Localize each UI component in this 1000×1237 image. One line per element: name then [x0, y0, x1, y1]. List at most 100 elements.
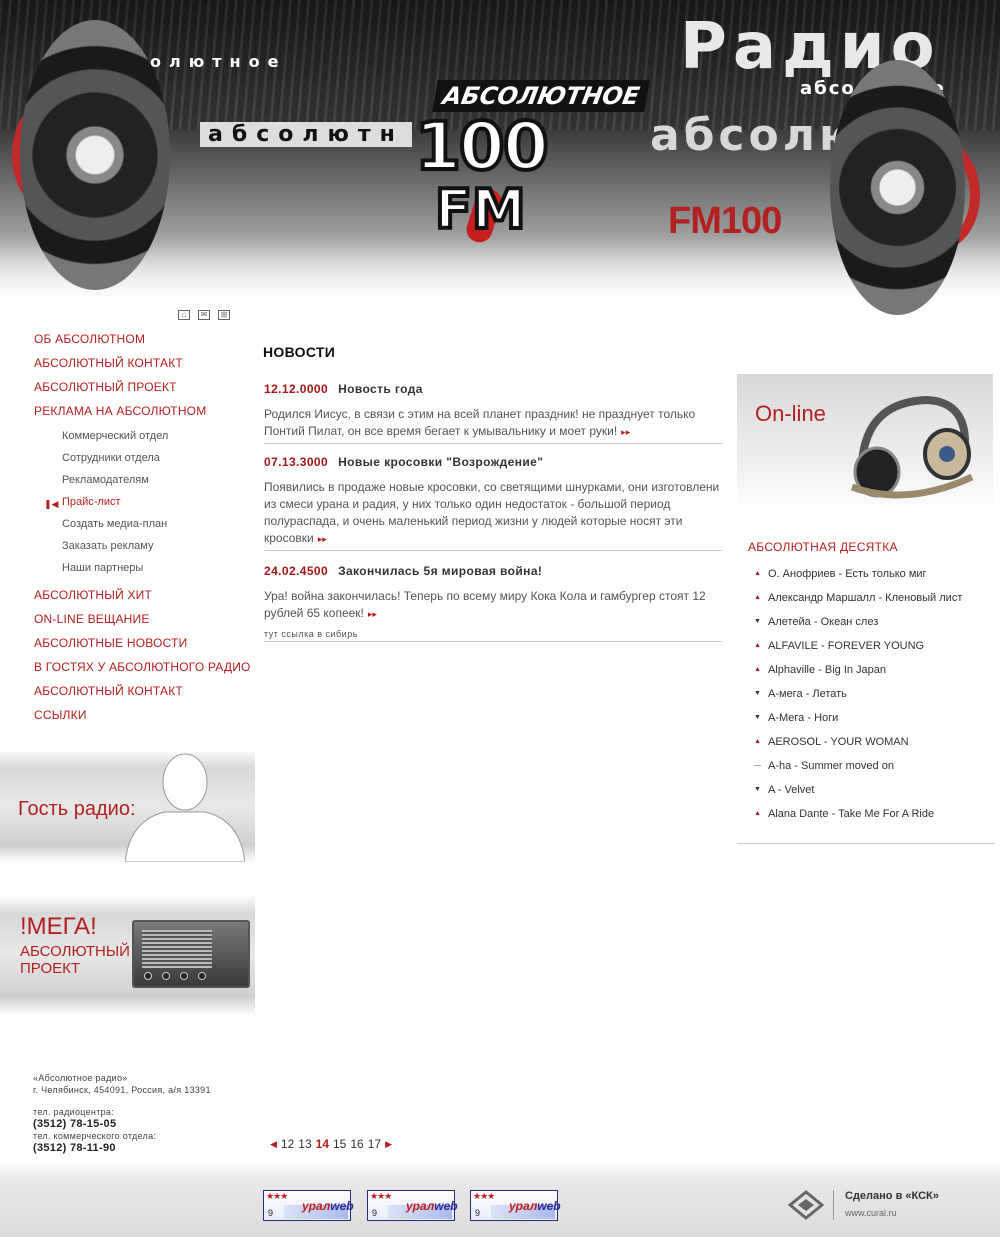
trend-same-icon: — [754, 762, 761, 769]
top10-item[interactable]: ▲ Alphaville - Big In Japan [754, 663, 994, 687]
page-link[interactable]: 13 [298, 1137, 311, 1151]
news-title[interactable]: Новость года [338, 382, 423, 396]
news-title[interactable]: Закончилась 5я мировая война! [338, 564, 542, 578]
nav-item-contact[interactable]: АБСОЛЮТНЫЙ КОНТАКТ [34, 355, 254, 379]
top10-item[interactable]: ▼ А-мега - Летать [754, 687, 994, 711]
news-item: 07.13.3000 Новые кросовки "Возрождение" П… [264, 455, 722, 551]
current-page: 14 [315, 1137, 329, 1151]
top10-list: ▲ О. Анофриев - Есть только миг ▲ Александр… [754, 567, 994, 831]
read-more-icon[interactable]: ▸▸ [318, 534, 327, 544]
nav-sub-mediaplan[interactable]: Создать медиа-план [34, 517, 254, 539]
nav-sub-staff[interactable]: Сотрудники отдела [34, 451, 254, 473]
mega-project-banner[interactable]: !МЕГА! АБСОЛЮТНЫЙ ПРОЕКТ [0, 895, 255, 1015]
trend-down-icon: ▼ [754, 690, 761, 697]
logo[interactable]: АБСОЛЮТНОЕ 100 FM [413, 80, 655, 255]
trend-down-icon: ▼ [754, 786, 761, 793]
mega-title: !МЕГА! [20, 913, 97, 940]
top10-item-text: Alana Dante - Take Me For A Ride [768, 808, 935, 820]
nav-item-links[interactable]: ССЫЛКИ [34, 707, 254, 731]
page-link[interactable]: 15 [333, 1137, 346, 1151]
nav-sub-pricelist[interactable]: ❚◀ Прайс-лист [34, 495, 254, 517]
prev-page-icon[interactable]: ◀ [270, 1137, 277, 1151]
top10-item[interactable]: ▼ A - Velvet [754, 783, 994, 807]
trend-up-icon: ▲ [754, 738, 761, 745]
nav-item-contact-2[interactable]: АБСОЛЮТНЫЙ КОНТАКТ [34, 683, 254, 707]
top10-item[interactable]: ▲ О. Анофриев - Есть только миг [754, 567, 994, 591]
counter-brand-b: web [434, 1199, 458, 1213]
phone-commercial: (3512) 78-11-90 [33, 1142, 116, 1154]
nav-sub-commercial[interactable]: Коммерческий отдел [34, 429, 254, 451]
phone-radio: (3512) 78-15-05 [33, 1118, 117, 1130]
headphones-icon [850, 395, 974, 499]
top10-item[interactable]: ▼ Алетейа - Океан слез [754, 615, 994, 639]
header-icon-bar: ⌂ ✉ ⊞ [178, 310, 230, 320]
top10-item[interactable]: ▲ Александр Маршалл - Кленовый лист [754, 591, 994, 615]
news-body: Родился Иисус, в связи с этим на всей пл… [264, 407, 696, 438]
nav-item-guests[interactable]: В ГОСТЯХ У АБСОЛЮТНОГО РАДИО [34, 659, 254, 683]
page-link[interactable]: 17 [368, 1137, 381, 1151]
online-title: On-line [755, 401, 826, 426]
news-date: 07.13.3000 [264, 455, 329, 469]
active-marker-icon: ❚◀ [44, 499, 59, 509]
made-by-text[interactable]: Сделано в «КСК» [845, 1190, 939, 1202]
ksk-logo-icon[interactable] [788, 1190, 824, 1220]
guest-title: Гость радио: [18, 798, 136, 820]
top10-item-text: А-Мега - Ноги [768, 712, 839, 724]
divider [737, 843, 995, 844]
counter-brand-a: урал [509, 1199, 538, 1213]
mail-icon[interactable]: ✉ [198, 310, 210, 320]
read-more-icon[interactable]: ▸▸ [621, 427, 630, 437]
guest-promo-banner[interactable]: Гость радио: [0, 750, 255, 862]
right-speaker-icon [830, 60, 965, 315]
top10-item[interactable]: ▲ AEROSOL - YOUR WOMAN [754, 735, 994, 759]
nav-item-online[interactable]: ON-LINE ВЕЩАНИЕ [34, 611, 254, 635]
nav-item-hit[interactable]: АБСОЛЮТНЫЙ ХИТ [34, 587, 254, 611]
top10-item[interactable]: ▲ ALFAVILE - FOREVER YOUNG [754, 639, 994, 663]
counter-value: 9 [372, 1208, 378, 1218]
stars-icon: ★★★ [473, 1191, 495, 1201]
divider [833, 1190, 834, 1220]
nav-sub-partners[interactable]: Наши партнеры [34, 561, 254, 587]
news-item: 12.12.0000 Новость года Родился Иисус, в … [264, 382, 722, 444]
trend-up-icon: ▲ [754, 666, 761, 673]
news-date: 12.12.0000 [264, 382, 329, 396]
top10-item[interactable]: ▼ А-Мега - Ноги [754, 711, 994, 735]
read-more-icon[interactable]: ▸▸ [368, 609, 377, 619]
online-banner[interactable]: On-line [737, 374, 993, 516]
page-link[interactable]: 16 [350, 1137, 363, 1151]
sitemap-icon[interactable]: ⊞ [218, 310, 230, 320]
phone-label-radio: тел. радиоцентра: [33, 1107, 115, 1117]
uralweb-counter[interactable]: ★★★ 9 уралweb [470, 1190, 561, 1221]
nav-item-advertising[interactable]: РЕКЛАМА НА АБСОЛЮТНОМ [34, 403, 254, 429]
uralweb-counter[interactable]: ★★★ 9 уралweb [263, 1190, 354, 1221]
contact-info: «Абсолютное радио» г. Челябинск, 454091,… [33, 1072, 211, 1154]
nav-item-about[interactable]: ОБ АБСОЛЮТНОМ [34, 331, 254, 355]
home-icon[interactable]: ⌂ [178, 310, 190, 320]
logo-fm: FM [433, 178, 528, 242]
counter-value: 9 [475, 1208, 481, 1218]
news-link[interactable]: тут ссылка в сибирь [264, 629, 722, 639]
site-footer: ★★★ 9 уралweb ★★★ 9 уралweb ★★★ 9 уралwe… [0, 1162, 1000, 1237]
nav-item-news[interactable]: АБСОЛЮТНЫЕ НОВОСТИ [34, 635, 254, 659]
top10-item-text: Алетейа - Океан слез [768, 616, 879, 628]
trend-up-icon: ▲ [754, 570, 761, 577]
uralweb-counter[interactable]: ★★★ 9 уралweb [367, 1190, 458, 1221]
counter-brand-a: урал [302, 1199, 331, 1213]
top10-item[interactable]: ▲ Alana Dante - Take Me For A Ride [754, 807, 994, 831]
page-link[interactable]: 12 [281, 1137, 294, 1151]
trend-up-icon: ▲ [754, 810, 761, 817]
top10-item-text: A-ha - Summer moved on [768, 760, 894, 772]
top10-item-text: Александр Маршалл - Кленовый лист [768, 592, 963, 604]
nav-item-project[interactable]: АБСОЛЮТНЫЙ ПРОЕКТ [34, 379, 254, 403]
nav-sub-advertisers[interactable]: Рекламодателям [34, 473, 254, 495]
counter-brand-b: web [330, 1199, 354, 1213]
stars-icon: ★★★ [266, 1191, 288, 1201]
news-title[interactable]: Новые кросовки "Возрождение" [338, 455, 543, 469]
top10-item[interactable]: — A-ha - Summer moved on [754, 759, 994, 783]
logo-number: 100 [413, 108, 551, 185]
nav-sub-order[interactable]: Заказать рекламу [34, 539, 254, 561]
counter-brand-b: web [537, 1199, 561, 1213]
made-by-url[interactable]: www.cural.ru [845, 1208, 897, 1218]
left-speaker-icon [20, 20, 170, 290]
next-page-icon[interactable]: ▶ [385, 1137, 392, 1151]
